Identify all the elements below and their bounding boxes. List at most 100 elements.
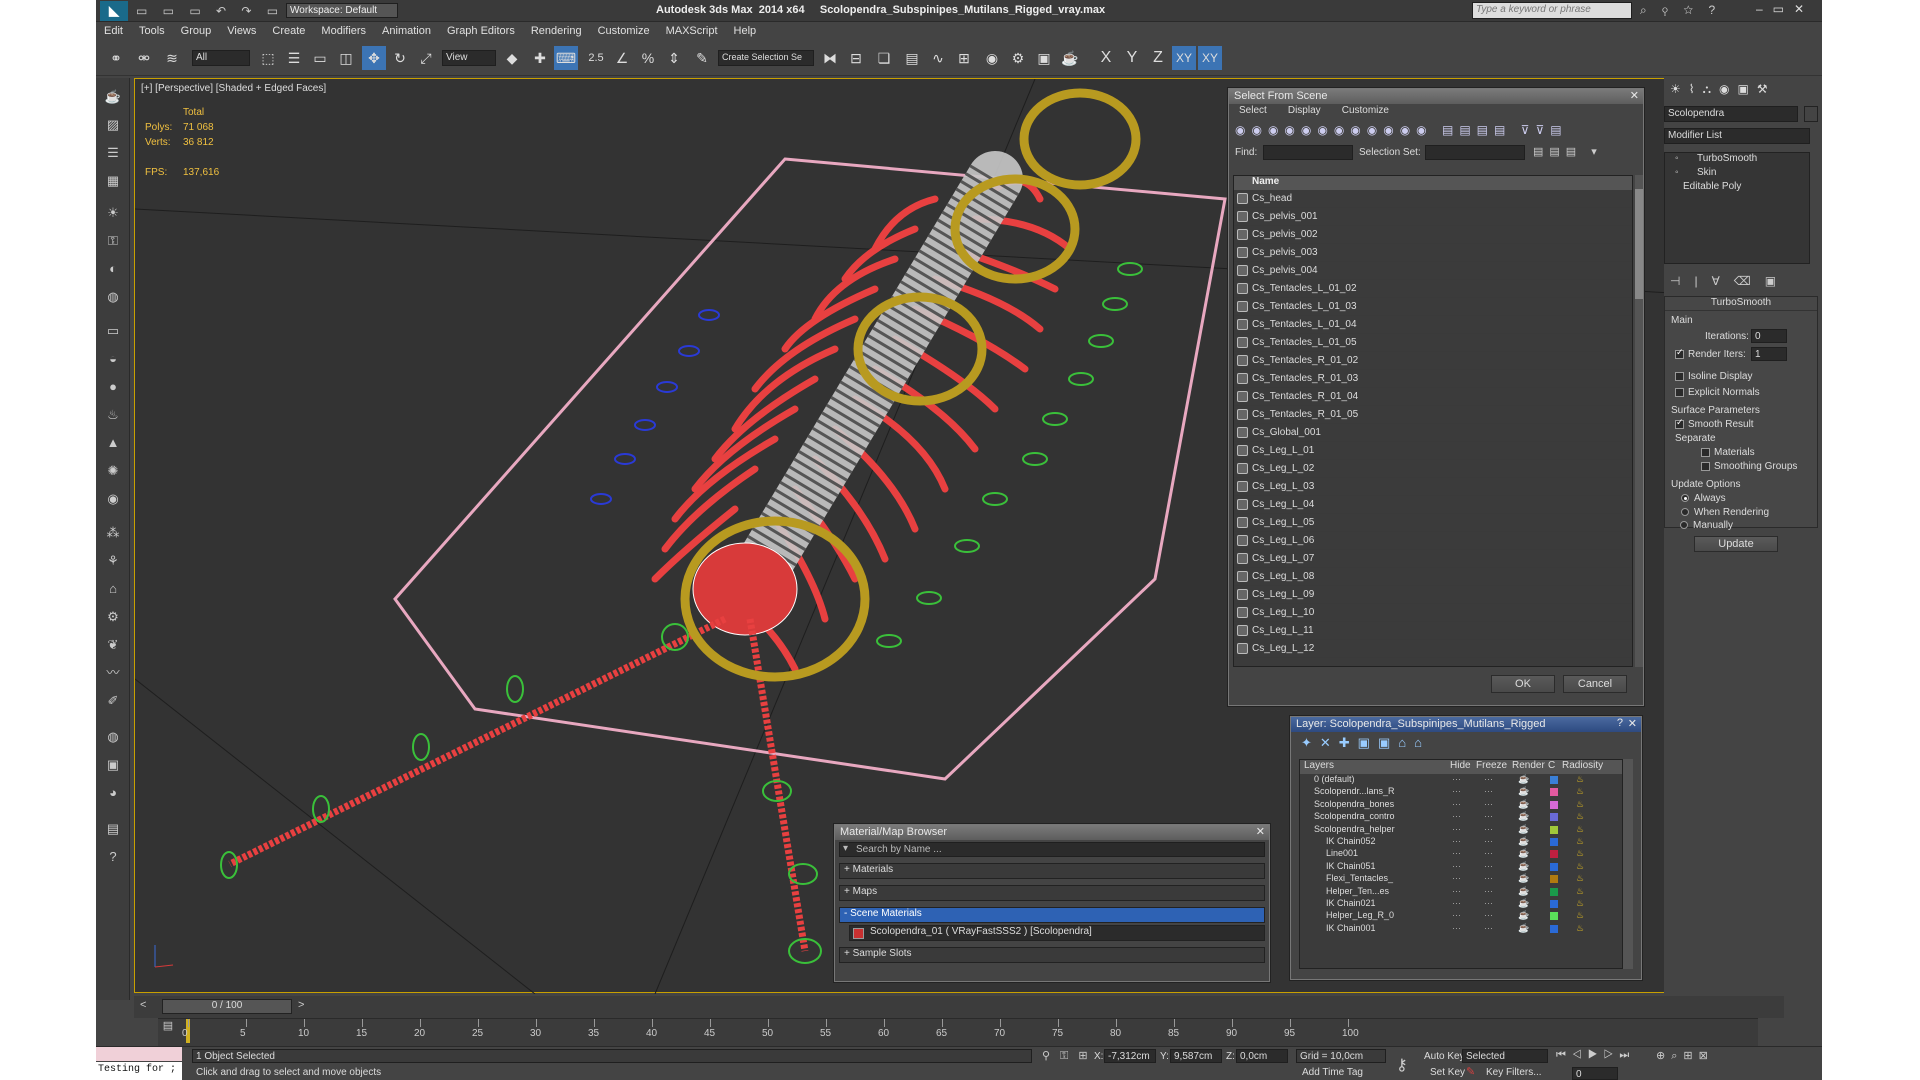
menu-animation[interactable]: Animation — [374, 22, 439, 37]
scene-object-row[interactable]: Cs_Leg_L_02 — [1234, 460, 1632, 478]
window-crossing-icon[interactable]: ◫ — [334, 46, 358, 70]
layer-name[interactable]: Scolopendra_helper — [1314, 824, 1395, 834]
named-selection-set-dropdown[interactable]: Create Selection Se — [718, 50, 814, 66]
header-render[interactable]: Render — [1512, 760, 1545, 771]
layer-row[interactable]: Helper_Ten...es ··· ··· ☕ ♨ — [1300, 886, 1622, 898]
stack-item-editable-poly[interactable]: Editable Poly — [1665, 181, 1809, 195]
layer-color-swatch[interactable] — [1550, 788, 1558, 797]
list-icon[interactable]: ☰ — [101, 142, 125, 164]
rollout-title[interactable]: TurboSmooth — [1665, 297, 1817, 311]
teapot-icon[interactable]: ☕ — [101, 86, 125, 108]
render-teapot-icon[interactable]: ☕ — [1518, 824, 1529, 835]
radiosity-icon[interactable]: ♨ — [1576, 836, 1584, 847]
render-teapot-icon[interactable]: ☕ — [1518, 811, 1529, 822]
window-controls[interactable]: –▭✕ — [1756, 2, 1814, 16]
render-teapot-icon[interactable]: ☕ — [1518, 774, 1529, 785]
scene-object-row[interactable]: Cs_pelvis_002 — [1234, 226, 1632, 244]
modifier-list-dropdown[interactable]: Modifier List — [1664, 128, 1810, 144]
scene-object-row[interactable]: Cs_pelvis_003 — [1234, 244, 1632, 262]
workspace-dropdown[interactable]: Workspace: Default — [286, 3, 398, 18]
render-teapot-icon[interactable]: ☕ — [1518, 898, 1529, 909]
menu-edit[interactable]: Edit — [96, 22, 131, 37]
hide-toggle[interactable]: ··· — [1452, 873, 1461, 883]
layer-scrollbar[interactable] — [1623, 759, 1633, 969]
freeze-toggle[interactable]: ··· — [1484, 886, 1493, 896]
layer-row[interactable]: Scolopendr...lans_R ··· ··· ☕ ♨ — [1300, 786, 1622, 798]
set-key-icon[interactable]: ⚷ — [1396, 1055, 1408, 1075]
always-radio[interactable]: Always — [1681, 493, 1726, 504]
explicit-normals-checkbox[interactable]: Explicit Normals — [1675, 387, 1760, 398]
hair-icon[interactable]: 〰 — [101, 662, 125, 684]
y-coordinate[interactable]: 9,587cm — [1170, 1049, 1222, 1063]
sun-icon[interactable]: ✺ — [101, 460, 125, 482]
layer-color-swatch[interactable] — [1550, 887, 1558, 896]
layer-row[interactable]: 0 (default) ··· ··· ☕ ♨ — [1300, 774, 1622, 786]
scene-object-row[interactable]: Cs_Leg_L_06 — [1234, 532, 1632, 550]
menu-display[interactable]: Display — [1288, 105, 1321, 116]
hide-toggle[interactable]: ··· — [1452, 836, 1461, 846]
when-rendering-radio[interactable]: When Rendering — [1681, 507, 1769, 518]
scene-object-row[interactable]: Cs_Tentacles_R_01_04 — [1234, 388, 1632, 406]
layer-color-swatch[interactable] — [1550, 813, 1558, 822]
helper-icon[interactable]: ⌂ — [101, 578, 125, 600]
freeze-toggle[interactable]: ··· — [1484, 774, 1493, 784]
stack-tools[interactable]: ⊣|∀⌫▣ — [1670, 274, 1790, 288]
app-logo-icon[interactable]: ◣ — [100, 1, 128, 21]
header-radiosity[interactable]: Radiosity — [1562, 760, 1603, 771]
z-coordinate[interactable]: 0,0cm — [1236, 1049, 1288, 1063]
layer-row[interactable]: Scolopendra_contro ··· ··· ☕ ♨ — [1300, 811, 1622, 823]
rendered-frame-icon[interactable]: ▣ — [1032, 46, 1056, 70]
time-slider-thumb[interactable]: 0 / 100 — [162, 999, 292, 1014]
add-time-tag[interactable]: Add Time Tag — [1302, 1067, 1363, 1078]
layer-row[interactable]: Flexi_Tentacles_ ··· ··· ☕ ♨ — [1300, 873, 1622, 885]
image-icon[interactable]: ▨ — [101, 114, 125, 136]
set-key-button[interactable]: Set Key — [1430, 1067, 1465, 1078]
layer-name[interactable]: Scolopendra_bones — [1314, 799, 1394, 809]
hide-toggle[interactable]: ··· — [1452, 923, 1461, 933]
scene-object-row[interactable]: Cs_pelvis_004 — [1234, 262, 1632, 280]
menu-select[interactable]: Select — [1239, 105, 1267, 116]
hide-toggle[interactable]: ··· — [1452, 774, 1461, 784]
layer-name[interactable]: IK Chain001 — [1326, 923, 1376, 933]
manually-radio-dot[interactable] — [1680, 521, 1688, 530]
graphite-ribbon-icon[interactable]: ▤ — [900, 46, 924, 70]
gear-icon[interactable]: ⚙ — [101, 606, 125, 628]
radiosity-icon[interactable]: ♨ — [1576, 886, 1584, 897]
render-iters-check[interactable] — [1675, 347, 1684, 359]
radiosity-icon[interactable]: ♨ — [1576, 898, 1584, 909]
freeze-toggle[interactable]: ··· — [1484, 898, 1493, 908]
radiosity-icon[interactable]: ♨ — [1576, 811, 1584, 822]
close-icon[interactable]: ✕ — [1628, 717, 1637, 730]
group-maps[interactable]: + Maps — [839, 885, 1265, 901]
x-coordinate[interactable]: -7,312cm — [1104, 1049, 1156, 1063]
freeze-toggle[interactable]: ··· — [1484, 836, 1493, 846]
manually-radio[interactable]: Manually — [1680, 520, 1733, 531]
smoothing-groups-check[interactable] — [1701, 461, 1710, 471]
layer-dialog-title-bar[interactable]: Layer: Scolopendra_Subspinipes_Mutilans_… — [1291, 717, 1641, 732]
ok-button[interactable]: OK — [1491, 675, 1555, 693]
viewport-nav-icons[interactable]: ⊕⌕⊞⊠ — [1656, 1049, 1714, 1063]
hide-toggle[interactable]: ··· — [1452, 824, 1461, 834]
close-icon[interactable]: ✕ — [1256, 825, 1265, 838]
freeze-toggle[interactable]: ··· — [1484, 799, 1493, 809]
box-primitive-icon[interactable]: ▭ — [101, 320, 125, 342]
render-frame-icon[interactable]: ▣ — [101, 754, 125, 776]
name-column-header[interactable]: Name — [1234, 176, 1632, 190]
render-teapot-icon[interactable]: ☕ — [1518, 923, 1529, 934]
header-freeze[interactable]: Freeze — [1476, 760, 1507, 771]
dynamics-icon[interactable]: ⚘ — [101, 550, 125, 572]
keyboard-shortcut-icon[interactable]: ⌨ — [554, 46, 578, 70]
menu-modifiers[interactable]: Modifiers — [313, 22, 374, 37]
material-editor-icon[interactable]: ◉ — [980, 46, 1004, 70]
hide-toggle[interactable]: ··· — [1452, 811, 1461, 821]
header-hide[interactable]: Hide — [1450, 760, 1471, 771]
menu-graph-editors[interactable]: Graph Editors — [439, 22, 523, 37]
select-dialog-title-bar[interactable]: Select From Scene ✕ — [1229, 89, 1643, 104]
blue-object-icon[interactable]: ◕ — [101, 782, 125, 804]
scene-object-row[interactable]: Cs_Tentacles_R_01_03 — [1234, 370, 1632, 388]
freeze-toggle[interactable]: ··· — [1484, 861, 1493, 871]
prev-frame-icon[interactable]: < — [140, 999, 146, 1011]
scene-object-row[interactable]: Cs_Leg_L_10 — [1234, 604, 1632, 622]
render-iters-spinner[interactable]: 1 — [1751, 347, 1787, 361]
render-teapot-icon[interactable]: ☕ — [1518, 886, 1529, 897]
